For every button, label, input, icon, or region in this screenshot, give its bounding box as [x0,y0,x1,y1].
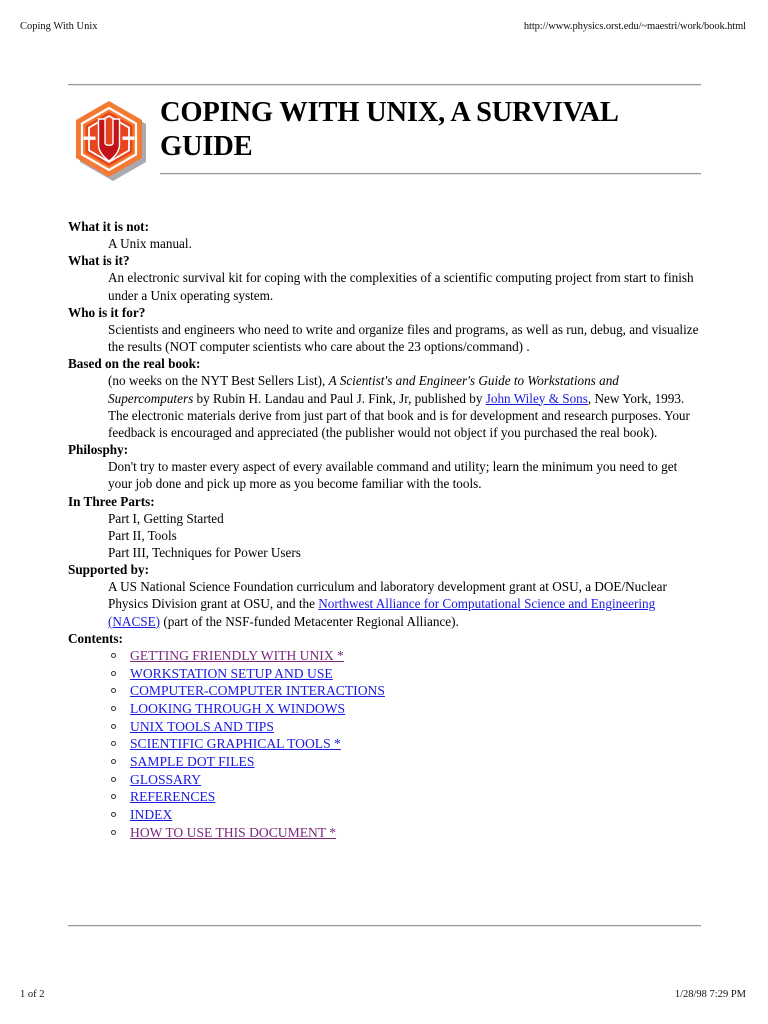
link-getting-friendly-with-unix[interactable]: GETTING FRIENDLY WITH UNIX * [130,648,344,663]
link-looking-through-x-windows[interactable]: LOOKING THROUGH X WINDOWS [130,701,345,716]
def-what-is-it: An electronic survival kit for coping wi… [108,270,694,303]
circle-bullet-icon [111,812,116,818]
list-item: WORKSTATION SETUP AND USE [108,665,701,683]
list-item: GETTING FRIENDLY WITH UNIX * [108,647,701,665]
print-header-title: Coping With Unix [20,21,98,32]
def-part-3: Part III, Techniques for Power Users [108,544,301,560]
print-header: Coping With Unix http://www.physics.orst… [20,20,746,34]
bottom-rule-container [68,925,701,927]
circle-bullet-icon [111,776,116,782]
title-horizontal-rule [160,172,701,175]
list-item: LOOKING THROUGH X WINDOWS [108,700,701,718]
link-references[interactable]: REFERENCES [130,789,215,804]
circle-bullet-icon [111,670,116,676]
link-how-to-use-this-document[interactable]: HOW TO USE THIS DOCUMENT * [130,825,336,840]
link-index[interactable]: INDEX [130,807,172,822]
term-what-is-it: What is it? [68,253,130,269]
contents-list: GETTING FRIENDLY WITH UNIX * WORKSTATION… [108,647,701,842]
bottom-horizontal-rule [68,925,701,927]
list-item: GLOSSARY [108,771,701,789]
print-timestamp: 1/28/98 7:29 PM [674,989,746,1000]
link-unix-tools-and-tips[interactable]: UNIX TOOLS AND TIPS [130,719,274,734]
circle-bullet-icon [111,652,116,658]
document-body: What it is not: A Unix manual. What is i… [68,200,701,841]
list-item: INDEX [108,806,701,824]
list-item: REFERENCES [108,788,701,806]
circle-bullet-icon [111,705,116,711]
circle-bullet-icon [111,688,116,694]
term-who-is-it-for: Who is it for? [68,304,146,320]
document-content: COPING WITH UNIX, A SURVIVAL GUIDE What … [68,84,701,841]
def-philosophy: Don't try to master every aspect of ever… [108,459,678,492]
support-text-part-2: (part of the NSF-funded Metacenter Regio… [160,613,459,629]
term-supported-by: Supported by: [68,562,149,578]
circle-bullet-icon [111,741,116,747]
link-sample-dot-files[interactable]: SAMPLE DOT FILES [130,754,254,769]
link-john-wiley-and-sons[interactable]: John Wiley & Sons [486,391,588,406]
def-part-1: Part I, Getting Started [108,510,224,526]
book-text-part-2: by Rubin H. Landau and Paul J. Fink, Jr,… [193,390,486,406]
print-header-url: http://www.physics.orst.edu/~maestri/wor… [523,21,746,32]
print-footer: 1 of 2 1/28/98 7:29 PM [20,988,746,1002]
list-item: HOW TO USE THIS DOCUMENT * [108,824,701,842]
link-workstation-setup-and-use[interactable]: WORKSTATION SETUP AND USE [130,666,333,681]
link-scientific-graphical-tools[interactable]: SCIENTIFIC GRAPHICAL TOOLS * [130,736,341,751]
circle-bullet-icon [111,829,116,835]
unix-hexagon-logo-icon [68,98,150,192]
title-rule-container [160,165,701,175]
term-in-three-parts: In Three Parts: [68,493,155,509]
page-number: 1 of 2 [20,989,45,1000]
list-item: UNIX TOOLS AND TIPS [108,718,701,736]
book-text-part-1: (no weeks on the NYT Best Sellers List), [108,373,329,389]
term-based-on-the-real-book: Based on the real book: [68,356,201,372]
circle-bullet-icon [111,759,116,765]
term-what-it-is-not: What it is not: [68,219,149,234]
def-based-on-the-real-book: (no weeks on the NYT Best Sellers List),… [108,372,701,441]
def-what-it-is-not: A Unix manual. [108,236,192,252]
term-contents: Contents: [68,630,123,646]
circle-bullet-icon [111,723,116,729]
def-who-is-it-for: Scientists and engineers who need to wri… [108,321,699,355]
page-title: COPING WITH UNIX, A SURVIVAL GUIDE [160,97,618,163]
term-philosophy: Philosphy: [68,442,129,458]
def-part-2: Part II, Tools [108,527,177,543]
def-supported-by: A US National Science Foundation curricu… [108,578,701,629]
document-page: Coping With Unix http://www.physics.orst… [0,0,768,1024]
link-glossary[interactable]: GLOSSARY [130,772,201,787]
title-block: COPING WITH UNIX, A SURVIVAL GUIDE [68,86,701,200]
link-computer-computer-interactions[interactable]: COMPUTER-COMPUTER INTERACTIONS [130,683,385,698]
list-item: COMPUTER-COMPUTER INTERACTIONS [108,682,701,700]
list-item: SAMPLE DOT FILES [108,753,701,771]
list-item: SCIENTIFIC GRAPHICAL TOOLS * [108,735,701,753]
circle-bullet-icon [111,794,116,800]
